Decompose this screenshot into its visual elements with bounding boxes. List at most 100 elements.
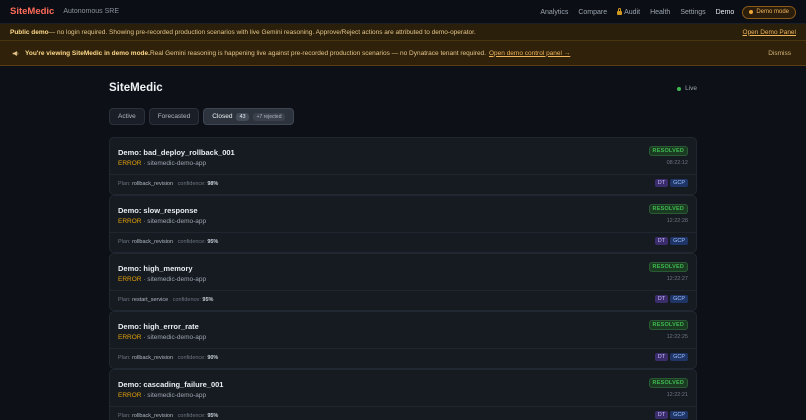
tag-gcp: GCP (670, 353, 688, 361)
tab-closed[interactable]: Closed 43 +7 rejected (203, 108, 295, 125)
incident-meta: Plan: rollback_revision confidence: 95% (118, 413, 218, 419)
megaphone-icon (12, 50, 19, 56)
tab-closed-label: Closed (212, 113, 233, 120)
tag-dt: DT (654, 295, 669, 303)
brand-logo[interactable]: SiteMedic (10, 6, 54, 17)
public-demo-bold: Public demo (10, 28, 49, 36)
plan-label: Plan: (118, 239, 131, 245)
confidence-label: confidence: (177, 239, 206, 245)
incident-time: 12:22:21 (666, 392, 688, 398)
confidence-value: 95% (207, 239, 219, 245)
source-tags: DT GCP (653, 411, 688, 419)
brand-subtitle: Autonomous SRE (63, 8, 120, 15)
closed-count-badge: 43 (236, 112, 249, 121)
open-demo-control-panel-link[interactable]: Open demo control panel → (489, 50, 570, 57)
status-badge: RESOLVED (648, 262, 688, 272)
incident-title: Demo: bad_deploy_rollback_001 (118, 148, 235, 157)
incident-time: 08:22:12 (666, 160, 688, 166)
service-name: · sitemedic-demo-app (141, 276, 207, 283)
severity-label: ERROR (118, 218, 142, 225)
status-badge: RESOLVED (648, 378, 688, 388)
incident-card[interactable]: Demo: cascading_failure_001 ERROR · site… (109, 369, 697, 420)
incident-meta: Plan: rollback_revision confidence: 95% (118, 239, 218, 245)
tab-active[interactable]: Active (109, 108, 145, 125)
tag-gcp: GCP (670, 411, 688, 419)
incident-card-header: Demo: bad_deploy_rollback_001 ERROR · si… (110, 138, 696, 175)
plan-label: Plan: (118, 181, 131, 187)
incident-title: Demo: slow_response (118, 206, 198, 215)
status-badge: RESOLVED (648, 146, 688, 156)
tag-dt: DT (654, 411, 669, 419)
demo-mode-pill[interactable]: Demo mode (742, 5, 796, 19)
confidence-value: 98% (207, 181, 219, 187)
plan-label: Plan: (118, 413, 131, 419)
tab-forecasted[interactable]: Forecasted (148, 108, 200, 125)
severity-label: ERROR (118, 392, 142, 399)
service-name: · sitemedic-demo-app (141, 218, 207, 225)
top-nav: SiteMedic Autonomous SRE Analytics Compa… (0, 0, 806, 24)
demo-mode-text: Real Gemini reasoning is happening live … (149, 49, 486, 57)
demo-mode-label: Demo mode (756, 9, 789, 15)
incident-card[interactable]: Demo: high_error_rate ERROR · sitemedic-… (109, 311, 697, 369)
status-badge: RESOLVED (648, 204, 688, 214)
incident-card-header: Demo: high_memory ERROR · sitemedic-demo… (110, 254, 696, 291)
nav-compare[interactable]: Compare (578, 9, 607, 16)
service-name: · sitemedic-demo-app (141, 392, 207, 399)
incident-card[interactable]: Demo: bad_deploy_rollback_001 ERROR · si… (109, 137, 697, 195)
incident-card[interactable]: Demo: high_memory ERROR · sitemedic-demo… (109, 253, 697, 311)
tag-dt: DT (654, 237, 669, 245)
confidence-label: confidence: (172, 297, 201, 303)
incident-time: 12:22:25 (666, 334, 688, 340)
incident-subtitle: ERROR · sitemedic-demo-app (118, 160, 206, 167)
tag-dt: DT (654, 179, 669, 187)
source-tags: DT GCP (653, 237, 688, 245)
service-name: · sitemedic-demo-app (141, 160, 207, 167)
confidence-value: 95% (207, 413, 219, 419)
public-demo-text: — no login required. Showing pre-recorde… (48, 28, 476, 36)
incident-meta: Plan: restart_service confidence: 95% (118, 297, 213, 303)
page-title: SiteMedic (109, 82, 163, 94)
source-tags: DT GCP (653, 353, 688, 361)
severity-label: ERROR (118, 334, 142, 341)
severity-label: ERROR (118, 276, 142, 283)
nav-analytics[interactable]: Analytics (540, 9, 568, 16)
demo-mode-bold: You're viewing SiteMedic in demo mode. (25, 49, 150, 57)
incident-card-header: Demo: high_error_rate ERROR · sitemedic-… (110, 312, 696, 349)
incident-title: Demo: high_memory (118, 264, 193, 273)
incident-card-header: Demo: slow_response ERROR · sitemedic-de… (110, 196, 696, 233)
tag-gcp: GCP (670, 179, 688, 187)
incident-card[interactable]: Demo: slow_response ERROR · sitemedic-de… (109, 195, 697, 253)
plan-label: Plan: (118, 355, 131, 361)
plan-value: rollback_revision (132, 355, 174, 361)
plan-value: rollback_revision (132, 181, 174, 187)
dismiss-button[interactable]: Dismiss (768, 50, 791, 57)
nav-health[interactable]: Health (650, 9, 670, 16)
tag-dt: DT (654, 353, 669, 361)
plan-label: Plan: (118, 297, 131, 303)
lock-icon (617, 7, 623, 15)
public-demo-banner: Public demo — no login required. Showing… (0, 24, 806, 41)
confidence-label: confidence: (177, 181, 206, 187)
source-tags: DT GCP (653, 295, 688, 303)
service-name: · sitemedic-demo-app (141, 334, 207, 341)
nav-demo[interactable]: Demo (716, 9, 735, 16)
incident-meta: Plan: rollback_revision confidence: 98% (118, 181, 218, 187)
plan-value: rollback_revision (132, 239, 174, 245)
open-demo-panel-link[interactable]: Open Demo Panel (743, 29, 796, 36)
nav-audit[interactable]: Audit (617, 7, 640, 16)
incident-subtitle: ERROR · sitemedic-demo-app (118, 392, 206, 399)
plan-value: rollback_revision (132, 413, 174, 419)
incident-meta: Plan: rollback_revision confidence: 90% (118, 355, 218, 361)
incident-tabs: Active Forecasted Closed 43 +7 rejected (109, 108, 298, 125)
live-label: Live (685, 85, 697, 92)
nav-settings[interactable]: Settings (680, 9, 705, 16)
incident-subtitle: ERROR · sitemedic-demo-app (118, 218, 206, 225)
confidence-value: 90% (207, 355, 219, 361)
confidence-label: confidence: (177, 413, 206, 419)
live-indicator: Live (677, 85, 697, 92)
source-tags: DT GCP (653, 179, 688, 187)
status-badge: RESOLVED (648, 320, 688, 330)
status-dot-icon (749, 10, 754, 14)
incident-time: 12:22:27 (666, 276, 688, 282)
confidence-value: 95% (202, 297, 214, 303)
